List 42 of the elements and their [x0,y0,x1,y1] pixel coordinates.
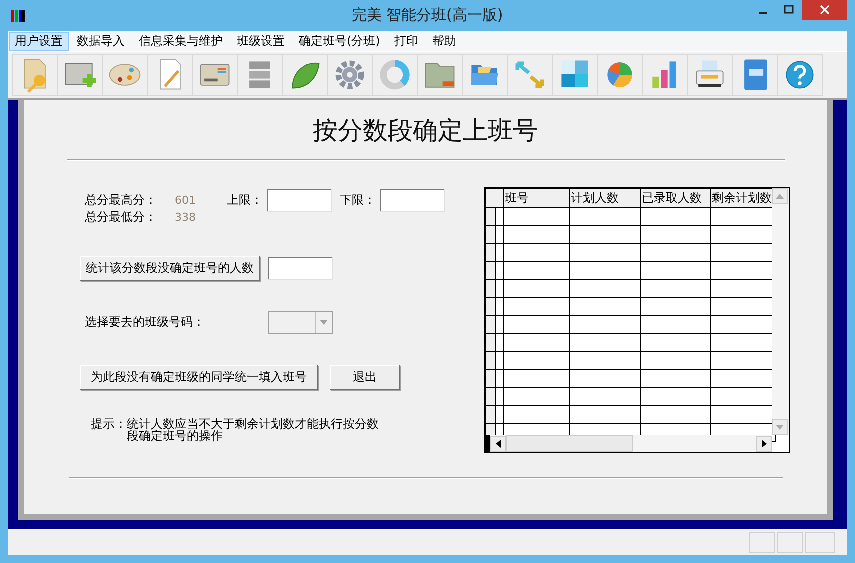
toolbar-button[interactable] [687,54,733,96]
field-label: 总分最高分： [85,192,158,209]
field-label: 选择要去的班级号码： [85,314,206,331]
scroll-right-button[interactable] [756,436,772,452]
menu-item[interactable]: 用户设置 [9,32,69,50]
menu-item[interactable]: 信息采集与维护 [133,32,229,50]
scroll-up-button[interactable] [772,188,788,204]
down-arrow-icon [776,424,784,430]
fill-class-button[interactable]: 为此段没有确定班级的同学统一填入班号 [80,365,318,390]
column-header: 计划人数 [570,188,640,208]
menu-item[interactable]: 数据导入 [71,32,131,50]
app-icon [10,8,26,24]
hint-label: 提示： [91,418,127,433]
column-header: 班号 [504,188,570,208]
close-button[interactable] [802,0,847,20]
field-label: 上限： [227,192,264,209]
input-field[interactable] [268,257,333,280]
count-button[interactable]: 统计该分数段没确定班号的人数 [80,256,260,281]
window-title: 完美 智能分班(高一版) [352,6,504,25]
hint-text: 统计人数应当不大于剩余计划数才能执行按分数段确定班号的操作 [127,418,380,442]
menu-item[interactable]: 班级设置 [231,32,291,50]
field-label: 下限： [340,192,377,209]
input-field[interactable] [267,189,332,212]
input-field[interactable] [380,189,445,212]
right-arrow-icon [762,440,766,448]
score-value: 338 [175,211,197,224]
menu-item[interactable]: 确定班号(分班) [293,32,386,50]
left-arrow-icon [496,440,500,448]
score-value: 601 [175,194,197,207]
minimize-icon [759,12,767,14]
maximize-icon [784,5,794,15]
menu-item[interactable]: 打印 [388,32,424,50]
scroll-left-button[interactable] [490,436,506,452]
exit-button[interactable]: 退出 [330,365,400,390]
form-heading: 按分数段确定上班号 [313,115,538,147]
scroll-thumb[interactable] [506,435,633,452]
column-header: 已录取人数 [640,188,710,208]
up-arrow-icon [776,194,784,198]
dropdown-arrow-icon [320,320,328,325]
menu-item[interactable]: 帮助 [426,32,462,50]
close-icon [820,5,830,15]
field-label: 总分最低分： [85,209,158,226]
